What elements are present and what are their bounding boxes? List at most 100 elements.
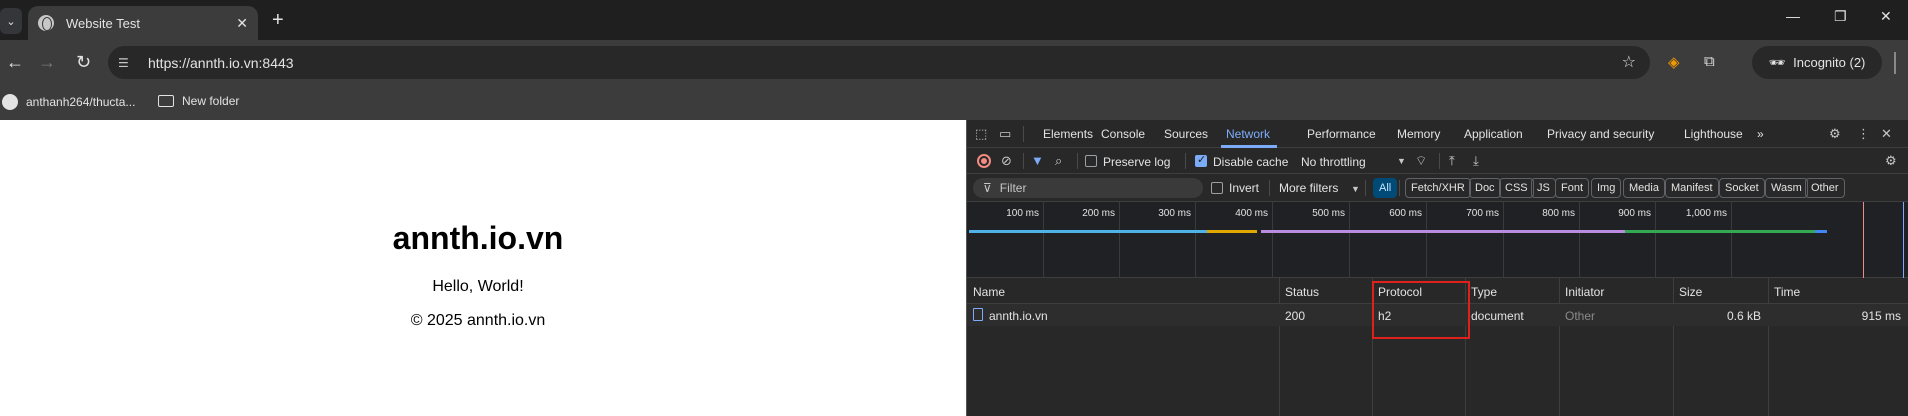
- filter-chip-js[interactable]: JS: [1531, 178, 1556, 198]
- column-header-status[interactable]: Status: [1285, 285, 1319, 299]
- search-icon[interactable]: ⌕: [1055, 153, 1062, 169]
- incognito-icon: 🕶: [1768, 54, 1786, 70]
- filter-chip-font[interactable]: Font: [1555, 178, 1590, 198]
- export-har-icon[interactable]: ⤓: [1473, 153, 1479, 169]
- kebab-menu-icon[interactable]: ⋮: [1857, 126, 1870, 142]
- network-settings-icon[interactable]: ⚙: [1885, 153, 1897, 169]
- page-title: annth.io.vn: [392, 220, 564, 256]
- forward-button[interactable]: →: [38, 52, 56, 73]
- preserve-log-label: Preserve log: [1103, 155, 1171, 169]
- address-url[interactable]: https://annth.io.vn:8443: [148, 55, 294, 71]
- incognito-badge[interactable]: 🕶 Incognito (2): [1752, 46, 1882, 79]
- filter-chip-other[interactable]: Other: [1805, 178, 1845, 198]
- timeline-tick-label: 800 ms: [1542, 208, 1575, 219]
- column-header-time[interactable]: Time: [1774, 285, 1800, 299]
- inspect-element-icon[interactable]: ⬚: [975, 126, 987, 142]
- timeline-gridline: [1579, 202, 1580, 278]
- timeline-gridline: [1119, 202, 1120, 278]
- bookmarks-bar: anthanh264/thucta... New folder: [0, 86, 1908, 120]
- column-divider: [1768, 278, 1769, 416]
- record-stop-icon[interactable]: [977, 154, 991, 168]
- tab-lighthouse[interactable]: Lighthouse: [1684, 127, 1743, 141]
- timeline-gridline: [1195, 202, 1196, 278]
- bookmark-github[interactable]: anthanh264/thucta...: [2, 94, 135, 110]
- divider: [1269, 180, 1270, 196]
- timeline-waiting-bar: [969, 230, 1207, 233]
- tab-memory[interactable]: Memory: [1397, 127, 1440, 141]
- filter-funnel-icon[interactable]: ▼: [1031, 153, 1044, 168]
- close-devtools-icon[interactable]: ✕: [1881, 126, 1892, 142]
- extension-icon[interactable]: ◈: [1668, 53, 1680, 71]
- tab-elements[interactable]: Elements: [1043, 127, 1093, 141]
- filter-chip-wasm[interactable]: Wasm: [1765, 178, 1808, 198]
- timeline-tick-label: 900 ms: [1618, 208, 1651, 219]
- timeline-tick-label: 300 ms: [1158, 208, 1191, 219]
- bookmark-folder[interactable]: New folder: [158, 94, 239, 108]
- disable-cache-label: Disable cache: [1213, 155, 1289, 169]
- timeline-ssl-bar: [1261, 230, 1625, 233]
- import-har-icon[interactable]: ⤒: [1449, 153, 1455, 169]
- disable-cache-checkbox[interactable]: [1195, 153, 1207, 167]
- minimize-button[interactable]: —: [1786, 8, 1800, 24]
- address-bar[interactable]: ☰ https://annth.io.vn:8443 ☆: [108, 46, 1650, 79]
- site-info-icon[interactable]: ☰: [118, 56, 134, 70]
- column-header-type[interactable]: Type: [1471, 285, 1497, 299]
- timeline-tick-label: 500 ms: [1312, 208, 1345, 219]
- back-button[interactable]: ←: [6, 52, 24, 73]
- filter-chip-doc[interactable]: Doc: [1469, 178, 1501, 198]
- cell-type: document: [1471, 309, 1524, 323]
- timeline-gridline: [1655, 202, 1656, 278]
- settings-gear-icon[interactable]: ⚙: [1829, 126, 1841, 142]
- bookmark-star-icon[interactable]: ☆: [1622, 52, 1636, 72]
- load-event-marker: [1863, 202, 1864, 278]
- tab-close-icon[interactable]: ✕: [236, 15, 248, 32]
- device-toolbar-icon[interactable]: ▭: [999, 126, 1011, 142]
- network-controls: ⊘ ▼ ⌕ Preserve log Disable cache No thro…: [967, 148, 1908, 174]
- filter-chip-all[interactable]: All: [1373, 178, 1398, 198]
- filter-chip-socket[interactable]: Socket: [1719, 178, 1765, 198]
- divider: [1399, 180, 1400, 196]
- tab-privacy-security[interactable]: Privacy and security: [1547, 127, 1654, 141]
- timeline-gridline: [1043, 202, 1044, 278]
- close-window-button[interactable]: ✕: [1880, 8, 1892, 25]
- throttling-select[interactable]: No throttling: [1301, 155, 1366, 169]
- filter-chip-img[interactable]: Img: [1591, 178, 1622, 198]
- column-header-size[interactable]: Size: [1679, 285, 1702, 299]
- timeline-tick-label: 1,000 ms: [1685, 208, 1727, 219]
- tab-title: Website Test: [66, 15, 140, 31]
- extensions-puzzle-icon[interactable]: ⧉: [1704, 53, 1715, 70]
- tab-search-button[interactable]: ⌄: [0, 8, 22, 34]
- filter-chip-css[interactable]: CSS: [1499, 178, 1534, 198]
- tab-sources[interactable]: Sources: [1164, 127, 1208, 141]
- clear-icon[interactable]: ⊘: [1001, 153, 1012, 169]
- network-filter-bar: ⊽ Filter Invert More filters ▼ All Fetch…: [967, 174, 1908, 202]
- tab-performance[interactable]: Performance: [1307, 127, 1376, 141]
- timeline-tick-label: 100 ms: [1006, 208, 1039, 219]
- new-tab-button[interactable]: +: [272, 9, 284, 32]
- divider: [1365, 180, 1366, 196]
- browser-tab[interactable]: Website Test ✕: [28, 6, 258, 40]
- filter-chip-fetch-xhr[interactable]: Fetch/XHR: [1405, 178, 1471, 198]
- tab-console[interactable]: Console: [1101, 127, 1145, 141]
- more-filters-button[interactable]: More filters: [1279, 181, 1338, 195]
- cell-status: 200: [1285, 309, 1306, 323]
- divider: [1185, 153, 1186, 169]
- tab-network[interactable]: Network: [1226, 127, 1270, 141]
- column-header-initiator[interactable]: Initiator: [1565, 285, 1604, 299]
- invert-checkbox[interactable]: [1211, 182, 1223, 194]
- more-tabs-icon[interactable]: »: [1757, 127, 1764, 141]
- network-conditions-icon[interactable]: ⌔: [1415, 153, 1427, 169]
- column-header-name[interactable]: Name: [973, 285, 1005, 299]
- preserve-log-checkbox[interactable]: [1085, 155, 1097, 167]
- reload-button[interactable]: ↻: [76, 52, 91, 73]
- filter-chip-manifest[interactable]: Manifest: [1665, 178, 1719, 198]
- network-overview-timeline[interactable]: 100 ms 200 ms 300 ms 400 ms 500 ms 600 m…: [967, 202, 1908, 278]
- restore-button[interactable]: ❐: [1834, 8, 1847, 25]
- cell-name[interactable]: annth.io.vn: [989, 309, 1048, 323]
- more-filters-dropdown-icon[interactable]: ▼: [1351, 184, 1360, 194]
- throttling-dropdown-icon[interactable]: ▼: [1397, 156, 1406, 166]
- footer-text: © 2025 annth.io.vn: [410, 312, 546, 329]
- tab-application[interactable]: Application: [1464, 127, 1523, 141]
- filter-input[interactable]: ⊽ Filter: [973, 178, 1203, 198]
- filter-chip-media[interactable]: Media: [1623, 178, 1665, 198]
